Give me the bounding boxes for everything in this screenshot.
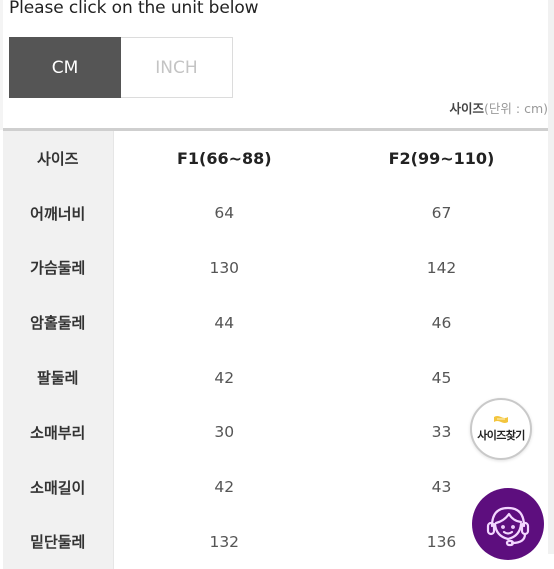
- unit-caption-title: 사이즈: [449, 101, 485, 116]
- row-value-f1: 132: [209, 532, 240, 551]
- size-finder-button[interactable]: 사이즈찾기: [470, 398, 532, 460]
- size-table: 사이즈 F1(66~88) F2(99~110) 어깨너비 64 67 가슴둘레…: [3, 131, 549, 569]
- row-value-f2: 46: [431, 313, 452, 332]
- row-value-f1: 64: [214, 204, 235, 223]
- row-label: 가슴둘레: [3, 240, 114, 296]
- row-value-f1: 130: [209, 258, 240, 277]
- table-row: 어깨너비 64 67: [3, 185, 548, 241]
- flag-icon: [494, 416, 508, 423]
- table-row: 가슴둘레 130 142: [3, 240, 548, 296]
- row-label: 팔둘레: [3, 350, 114, 405]
- row-label: 소매길이: [3, 459, 114, 515]
- table-row: 소매부리 30 33: [3, 404, 548, 460]
- row-value-f2: 142: [426, 258, 457, 277]
- row-value-f1: 30: [214, 423, 235, 442]
- size-guide-page: Please click on the unit below CM INCH 사…: [0, 0, 554, 569]
- table-row: 소매길이 42 43: [3, 459, 548, 515]
- row-label: 어깨너비: [3, 185, 114, 241]
- header-label: 사이즈: [3, 131, 114, 186]
- row-value-f1: 42: [214, 478, 235, 497]
- unit-caption-unit: (단위 : cm): [484, 101, 548, 116]
- row-label: 소매부리: [3, 404, 114, 460]
- unit-cm-button[interactable]: CM: [9, 37, 121, 98]
- row-value-f1: 42: [214, 368, 235, 387]
- unit-toggle: CM INCH: [9, 37, 233, 98]
- scrollbar-track[interactable]: [548, 0, 554, 554]
- header-size-f1: F1(66~88): [176, 148, 272, 168]
- headset-agent-icon: [486, 506, 530, 547]
- left-edge: [0, 0, 3, 130]
- unit-caption: 사이즈(단위 : cm): [450, 98, 548, 117]
- row-label: 암홀둘레: [3, 295, 114, 351]
- row-value-f2: 67: [431, 204, 452, 223]
- table-row: 팔둘레 42 45: [3, 350, 548, 405]
- customer-support-button[interactable]: [472, 488, 544, 560]
- unit-inch-button[interactable]: INCH: [121, 37, 233, 98]
- table-header-row: 사이즈 F1(66~88) F2(99~110): [3, 131, 548, 186]
- size-finder-label: 사이즈찾기: [477, 429, 525, 442]
- unit-instruction: Please click on the unit below: [9, 0, 259, 18]
- table-row: 암홀둘레 44 46: [3, 295, 548, 351]
- row-value-f1: 44: [214, 313, 235, 332]
- row-value-f2: 45: [431, 368, 452, 387]
- header-size-f2: F2(99~110): [388, 148, 495, 168]
- table-row: 밑단둘레 132 136: [3, 514, 548, 569]
- row-label: 밑단둘레: [3, 514, 114, 569]
